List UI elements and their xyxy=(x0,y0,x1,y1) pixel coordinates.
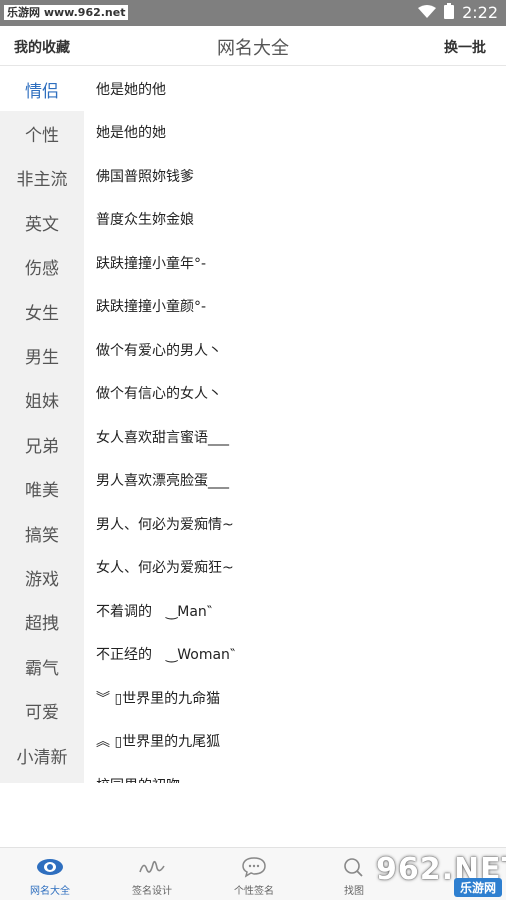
list-item[interactable]: 男人喜欢漂亮脸蛋___ xyxy=(84,459,506,503)
title-bar: 我的收藏 网名大全 换一批 xyxy=(0,26,506,66)
list-item[interactable]: ︾ ▯世界里的九命猫 xyxy=(84,676,506,720)
list-item[interactable]: 做个有爱心的男人丶 xyxy=(84,328,506,372)
list-item[interactable]: 做个有信心的女人丶 xyxy=(84,372,506,416)
sidebar-item-personality[interactable]: 个性 xyxy=(0,111,84,155)
search-icon xyxy=(339,856,369,878)
sidebar-item-game[interactable]: 游戏 xyxy=(0,555,84,599)
sidebar-item-cool[interactable]: 超拽 xyxy=(0,600,84,644)
sidebar-item-sisters[interactable]: 姐妹 xyxy=(0,378,84,422)
sidebar-item-sad[interactable]: 伤感 xyxy=(0,245,84,289)
sidebar-item-english[interactable]: 英文 xyxy=(0,200,84,244)
name-list[interactable]: 他是她的他 她是他的她 佛国普照妳钱爹 普度众生妳金娘 趺趺撞撞小童年°- 趺趺… xyxy=(84,67,506,783)
list-item[interactable]: 他是她的他 xyxy=(84,67,506,111)
page-title: 网名大全 xyxy=(217,38,289,59)
sidebar-item-cute[interactable]: 可爱 xyxy=(0,688,84,732)
signature-icon xyxy=(137,856,167,878)
sidebar-item-domineering[interactable]: 霸气 xyxy=(0,644,84,688)
sidebar-item-girls[interactable]: 女生 xyxy=(0,289,84,333)
list-item[interactable]: 女人喜欢甜言蜜语___ xyxy=(84,415,506,459)
list-item[interactable]: 不着调的 ‿Man‶ xyxy=(84,589,506,633)
tab-label: 个性签名 xyxy=(234,886,274,897)
sidebar-item-boys[interactable]: 男生 xyxy=(0,333,84,377)
list-item[interactable]: ︽ ▯世界里的九尾狐 xyxy=(84,720,506,764)
watermark-badge: 乐游网 xyxy=(453,878,502,897)
tab-name-collection[interactable]: 网名大全 xyxy=(0,848,100,900)
eye-icon xyxy=(35,856,65,878)
sidebar-item-fresh[interactable]: 小清新 xyxy=(0,733,84,777)
watermark-logo: 962.NET 乐游网 xyxy=(372,852,506,898)
list-item[interactable]: 不正经的 ‿Woman‶ xyxy=(84,633,506,677)
sidebar-item-alternative[interactable]: 非主流 xyxy=(0,156,84,200)
tab-signature-design[interactable]: 签名设计 xyxy=(102,848,202,900)
status-icons: 2:22 xyxy=(418,3,498,23)
chat-bubble-icon xyxy=(239,856,269,878)
category-sidebar: 情侣 个性 非主流 英文 伤感 女生 男生 姐妹 兄弟 唯美 搞笑 游戏 超拽 … xyxy=(0,67,84,783)
sidebar-item-funny[interactable]: 搞笑 xyxy=(0,511,84,555)
list-item[interactable]: 校园里的初吻、 xyxy=(84,763,506,783)
battery-icon xyxy=(444,3,455,23)
tab-label: 签名设计 xyxy=(132,886,172,897)
list-item[interactable]: 佛国普照妳钱爹 xyxy=(84,154,506,198)
sidebar-item-aesthetic[interactable]: 唯美 xyxy=(0,467,84,511)
list-item[interactable]: 趺趺撞撞小童年°- xyxy=(84,241,506,285)
list-item[interactable]: 女人、何必为爱痴狂~ xyxy=(84,546,506,590)
status-bar: 乐游网 www.962.net 2:22 xyxy=(0,0,506,26)
status-watermark: 乐游网 www.962.net xyxy=(4,5,129,20)
tab-personal-signature[interactable]: 个性签名 xyxy=(204,848,304,900)
list-item[interactable]: 趺趺撞撞小童颜°- xyxy=(84,285,506,329)
tab-label: 网名大全 xyxy=(30,886,70,897)
status-time: 2:22 xyxy=(462,3,498,22)
refresh-batch-button[interactable]: 换一批 xyxy=(444,37,486,57)
sidebar-item-couple[interactable]: 情侣 xyxy=(0,67,84,112)
list-item[interactable]: 男人、何必为爱痴情~ xyxy=(84,502,506,546)
wifi-icon xyxy=(418,4,437,23)
list-item[interactable]: 普度众生妳金娘 xyxy=(84,198,506,242)
list-item[interactable]: 她是他的她 xyxy=(84,111,506,155)
sidebar-item-brothers[interactable]: 兄弟 xyxy=(0,422,84,466)
